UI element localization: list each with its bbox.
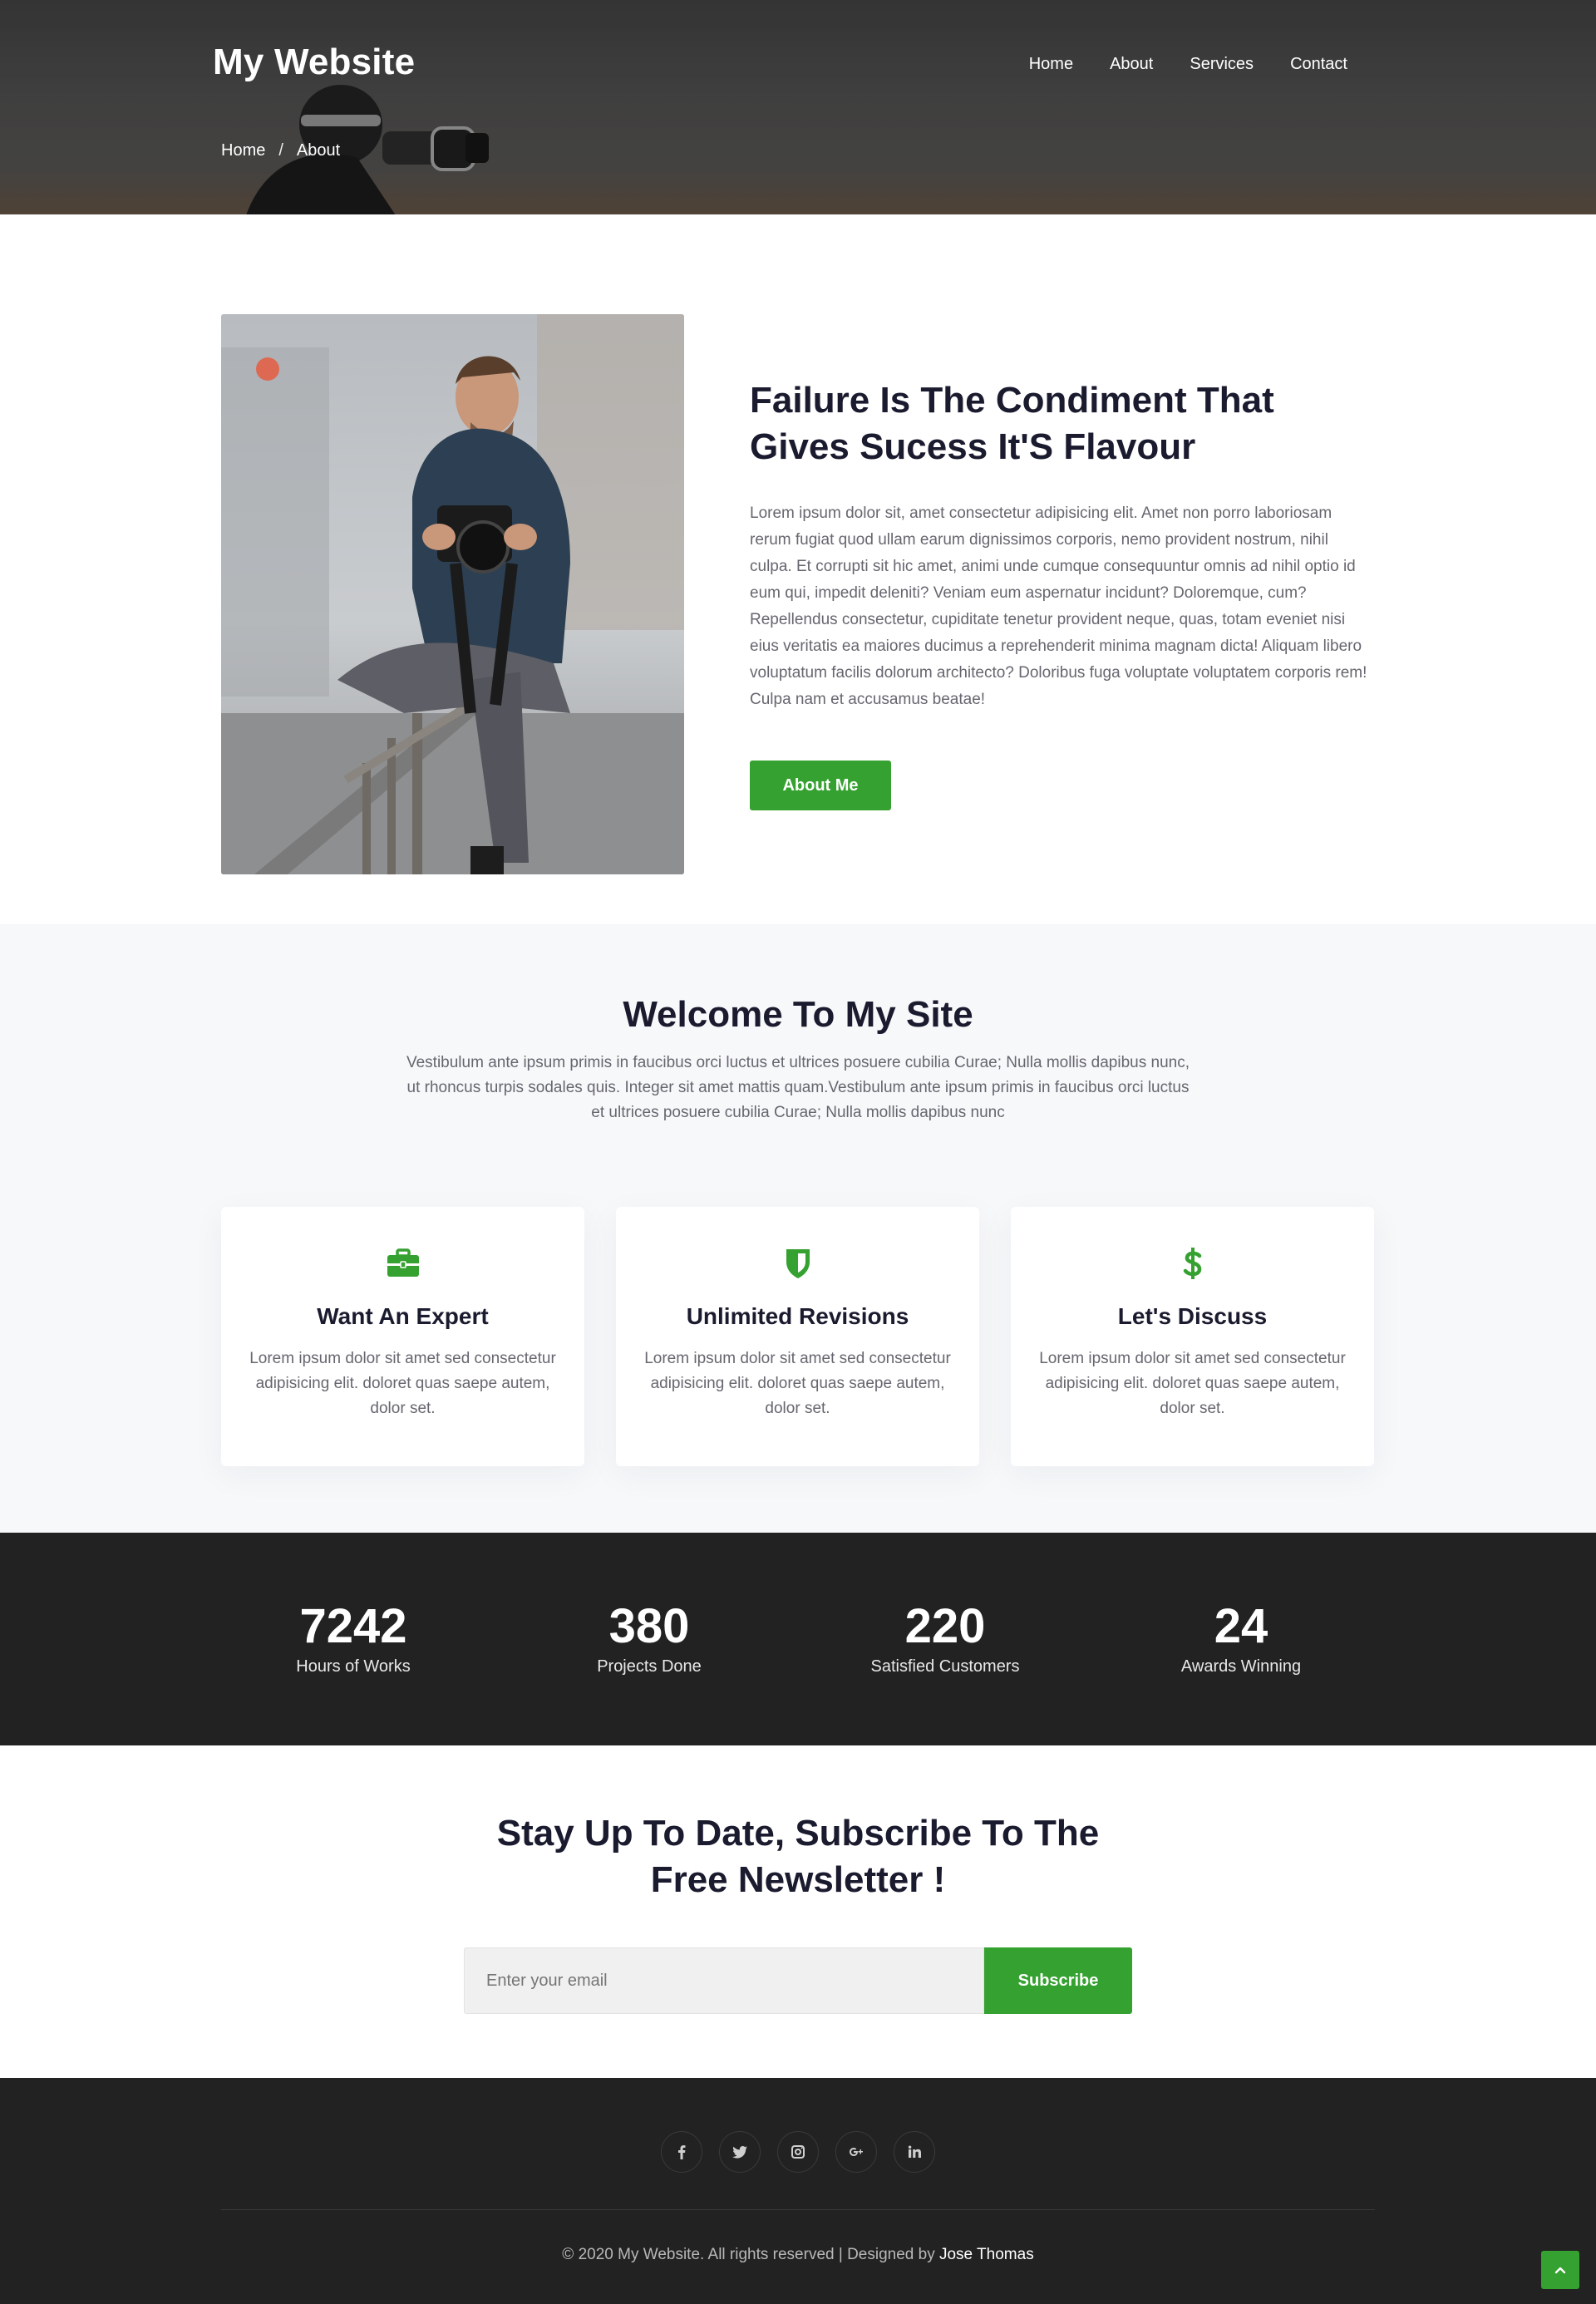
hero-overlay (0, 0, 1596, 214)
photographer-illustration (221, 314, 684, 874)
back-to-top-button[interactable] (1541, 2251, 1579, 2289)
about-section: Failure Is The Condiment That Gives Suce… (0, 214, 1596, 924)
welcome-title: Welcome To My Site (623, 994, 973, 1035)
stat-customers: 220 Satisfied Customers (820, 1599, 1070, 1676)
main-nav: Home About Services Contact (1029, 55, 1347, 74)
feature-text: Lorem ipsum dolor sit amet sed consectet… (644, 1350, 951, 1417)
subscribe-button[interactable]: Subscribe (984, 1947, 1132, 2014)
welcome-subtitle: Vestibulum ante ipsum primis in faucibus… (406, 1054, 1190, 1121)
briefcase-icon (387, 1248, 419, 1277)
twitter-icon[interactable] (719, 2131, 761, 2173)
chevron-up-icon (1554, 2267, 1566, 2274)
feature-card: Unlimited Revisions Lorem ipsum dolor si… (616, 1207, 979, 1466)
stat-value: 7242 (299, 1599, 407, 1653)
feature-title: Want An Expert (317, 1303, 489, 1329)
feature-cards: Want An Expert Lorem ipsum dolor sit ame… (221, 1207, 1374, 1466)
nav-about[interactable]: About (1110, 55, 1153, 74)
email-input[interactable] (464, 1947, 984, 2014)
feature-card: Let's Discuss Lorem ipsum dolor sit amet… (1011, 1207, 1374, 1466)
about-text: Failure Is The Condiment That Gives Suce… (750, 377, 1372, 713)
shield-icon (786, 1249, 810, 1278)
breadcrumb-home[interactable]: Home (221, 141, 265, 160)
google-plus-icon[interactable] (835, 2131, 877, 2173)
stat-value: 24 (1214, 1599, 1268, 1653)
nav-home[interactable]: Home (1029, 55, 1073, 74)
stat-projects: 380 Projects Done (525, 1599, 774, 1676)
about-body: Lorem ipsum dolor sit, amet consectetur … (750, 505, 1367, 708)
stat-label: Satisfied Customers (870, 1657, 1020, 1676)
copyright-text: © 2020 My Website. All rights reserved |… (562, 2246, 939, 2263)
designer-link[interactable]: Jose Thomas (939, 2246, 1034, 2263)
stats-section: 7242 Hours of Works 380 Projects Done 22… (0, 1533, 1596, 1745)
hero-header: My Website Home About Services Contact H… (0, 0, 1596, 214)
about-me-button[interactable]: About Me (750, 761, 891, 810)
stat-label: Projects Done (597, 1657, 702, 1676)
stat-label: Hours of Works (296, 1657, 411, 1676)
site-footer: © 2020 My Website. All rights reserved |… (0, 2078, 1596, 2304)
feature-text: Lorem ipsum dolor sit amet sed consectet… (249, 1350, 556, 1417)
newsletter-form: Subscribe (464, 1947, 1132, 2014)
dollar-icon (1183, 1248, 1201, 1279)
feature-title: Unlimited Revisions (686, 1303, 909, 1329)
feature-card: Want An Expert Lorem ipsum dolor sit ame… (221, 1207, 584, 1466)
welcome-section: Welcome To My Site Vestibulum ante ipsum… (0, 924, 1596, 1533)
social-links (0, 2131, 1596, 2173)
feature-text: Lorem ipsum dolor sit amet sed consectet… (1039, 1350, 1346, 1417)
stat-hours: 7242 Hours of Works (229, 1599, 478, 1676)
newsletter-section: Stay Up To Date, Subscribe To The Free N… (0, 1745, 1596, 2078)
about-photo (221, 314, 684, 874)
breadcrumb: Home / About (221, 141, 340, 160)
linkedin-icon[interactable] (894, 2131, 935, 2173)
feature-title: Let's Discuss (1117, 1303, 1268, 1329)
breadcrumb-current: About (296, 141, 341, 160)
newsletter-title: Stay Up To Date, Subscribe To The Free N… (496, 1813, 1100, 1900)
nav-contact[interactable]: Contact (1290, 55, 1347, 74)
nav-services[interactable]: Services (1190, 55, 1254, 74)
stat-value: 380 (608, 1599, 690, 1653)
copyright: © 2020 My Website. All rights reserved |… (0, 2246, 1596, 2264)
about-title: Failure Is The Condiment That Gives Suce… (750, 380, 1274, 467)
breadcrumb-separator: / (278, 141, 283, 160)
stat-label: Awards Winning (1180, 1657, 1302, 1676)
stat-value: 220 (904, 1599, 986, 1653)
instagram-icon[interactable] (777, 2131, 819, 2173)
stat-awards: 24 Awards Winning (1116, 1599, 1366, 1676)
facebook-icon[interactable] (661, 2131, 702, 2173)
site-brand[interactable]: My Website (213, 42, 415, 83)
footer-divider (221, 2209, 1375, 2210)
